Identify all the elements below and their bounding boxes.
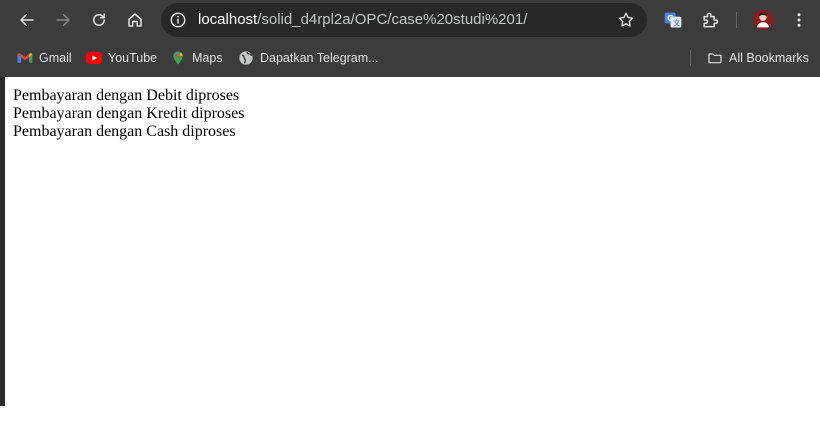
puzzle-icon <box>703 12 719 28</box>
reload-button[interactable] <box>85 6 113 34</box>
toolbar-divider <box>736 12 737 28</box>
menu-button[interactable] <box>786 7 812 33</box>
home-icon <box>128 13 142 27</box>
info-icon[interactable] <box>168 10 188 30</box>
avatar <box>752 9 774 31</box>
bookmarks-divider <box>690 50 691 66</box>
bookmarks-bar: Gmail YouTube Maps Dapatkan Telegram... … <box>0 40 820 77</box>
globe-icon <box>238 50 254 66</box>
all-bookmarks-label: All Bookmarks <box>729 51 809 65</box>
back-button[interactable] <box>13 6 41 34</box>
bookmark-label: Dapatkan Telegram... <box>260 51 379 65</box>
address-bar[interactable]: localhost/solid_d4rpl2a/OPC/case%20studi… <box>161 3 647 37</box>
extensions-button[interactable] <box>697 7 723 33</box>
bookmark-label: Maps <box>192 51 223 65</box>
page-content: Pembayaran dengan Debit diproses Pembaya… <box>5 78 820 406</box>
payment-credit-text: Pembayaran dengan Kredit diproses <box>13 105 245 122</box>
bookmark-gmail[interactable]: Gmail <box>17 49 72 67</box>
profile-button[interactable] <box>750 7 776 33</box>
arrow-left-icon <box>20 14 34 26</box>
kebab-menu-icon <box>797 13 801 27</box>
browser-toolbar: localhost/solid_d4rpl2a/OPC/case%20studi… <box>0 0 820 40</box>
translate-button[interactable]: G 文 <box>660 7 686 33</box>
payment-cash-text: Pembayaran dengan Cash diproses <box>13 123 236 140</box>
bookmark-youtube[interactable]: YouTube <box>86 49 157 67</box>
bookmark-label: YouTube <box>108 51 158 65</box>
translate-icon: G 文 <box>664 12 682 28</box>
url-path: /solid_d4rpl2a/OPC/case%20studi%201/ <box>257 11 528 28</box>
star-icon[interactable] <box>615 9 637 31</box>
svg-text:文: 文 <box>673 17 681 27</box>
browser-window: localhost/solid_d4rpl2a/OPC/case%20studi… <box>0 0 820 406</box>
gmail-icon <box>17 50 33 66</box>
home-button[interactable] <box>121 6 149 34</box>
url-text[interactable]: localhost/solid_d4rpl2a/OPC/case%20studi… <box>198 11 527 28</box>
reload-icon <box>93 13 105 26</box>
arrow-right-icon <box>56 14 70 26</box>
bookmark-maps[interactable]: Maps <box>170 49 223 67</box>
payment-debit-text: Pembayaran dengan Debit diproses <box>13 87 240 104</box>
maps-icon <box>170 50 186 66</box>
bookmark-label: Gmail <box>39 51 72 65</box>
folder-icon <box>707 50 723 66</box>
all-bookmarks-button[interactable]: All Bookmarks <box>707 49 809 67</box>
youtube-icon <box>86 50 102 66</box>
bookmark-telegram[interactable]: Dapatkan Telegram... <box>238 49 379 67</box>
forward-button[interactable] <box>49 6 77 34</box>
url-host: localhost <box>198 11 258 28</box>
